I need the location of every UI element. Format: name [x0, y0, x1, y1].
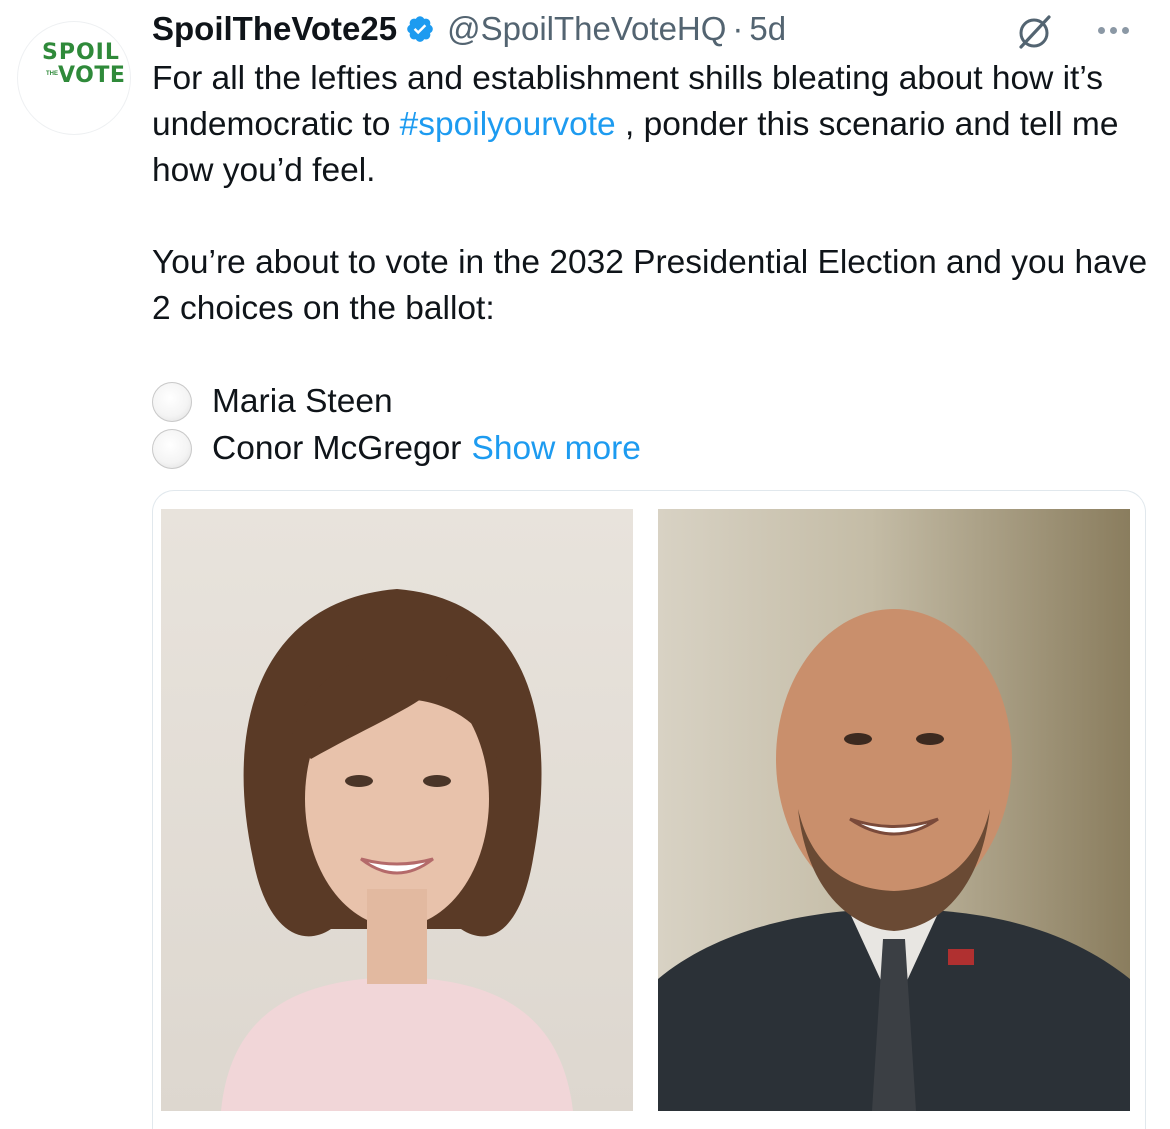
radio-circle-icon — [152, 381, 192, 422]
tweet-paragraph-2: You’re about to vote in the 2032 Preside… — [152, 244, 1148, 327]
ballot-option: Maria Steen — [152, 378, 1152, 425]
avatar-logo-text-spoil: SPOIL — [42, 40, 120, 65]
avatar-logo-text-the: THE — [46, 71, 58, 77]
candidate-photo-left[interactable] — [161, 509, 633, 1111]
separator-dot: · — [732, 10, 744, 47]
tweet-body: For all the lefties and establishment sh… — [152, 56, 1152, 472]
account-avatar[interactable]: SPOIL THE VOTE — [18, 22, 130, 134]
hashtag-link[interactable]: #spoilyourvote — [400, 106, 616, 143]
account-handle[interactable]: @SpoilTheVoteHQ — [447, 10, 726, 48]
portrait-man-image — [658, 609, 1130, 1111]
more-options-icon[interactable] — [1096, 24, 1132, 36]
portrait-woman-image — [221, 589, 573, 1111]
candidate-photo-right[interactable] — [658, 509, 1130, 1111]
tweet-media[interactable] — [152, 490, 1146, 1129]
ballot-option-label: Maria Steen — [212, 382, 393, 420]
radio-circle-icon — [152, 428, 192, 469]
show-more-link[interactable]: Show more — [471, 426, 640, 472]
display-name[interactable]: SpoilTheVote25 — [152, 10, 397, 48]
tweet-timestamp[interactable]: 5d — [749, 10, 786, 48]
tweet-header: SpoilTheVote25 @SpoilTheVoteHQ · 5d — [152, 8, 786, 50]
verified-badge-icon[interactable] — [405, 14, 435, 44]
tweet-paragraph-1: For all the lefties and establishment sh… — [152, 56, 1152, 194]
ballot-option: Conor McGregor Show more — [152, 425, 1152, 472]
ballot-option-label: Conor McGregor — [212, 429, 462, 467]
avatar-logo-text-vote: VOTE — [58, 63, 126, 88]
grok-icon[interactable] — [1012, 10, 1056, 54]
